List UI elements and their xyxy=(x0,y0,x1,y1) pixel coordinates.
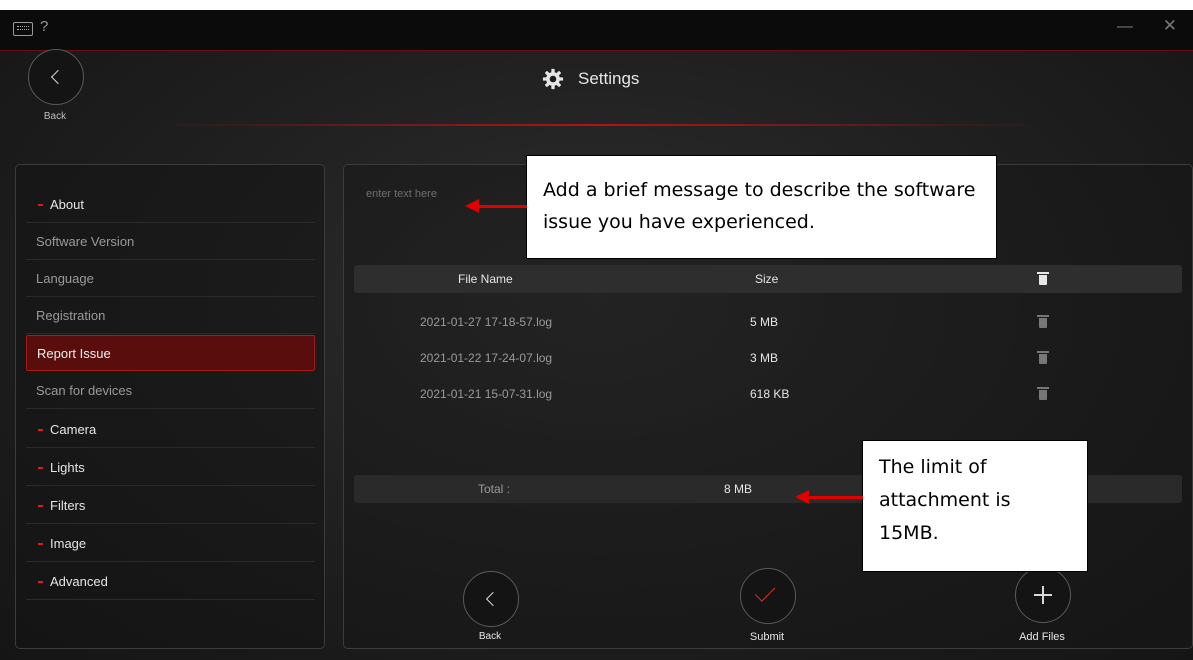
file-table-header: File Name Size xyxy=(354,265,1182,293)
sidebar-section-image[interactable]: Image xyxy=(26,526,315,562)
message-callout: Add a brief message to describe the soft… xyxy=(526,155,997,259)
sidebar-section-camera[interactable]: Camera xyxy=(26,412,315,448)
delete-all-trash-icon[interactable] xyxy=(1037,272,1049,285)
back-button[interactable] xyxy=(463,571,519,627)
gear-icon xyxy=(542,68,564,90)
header-back-button[interactable] xyxy=(28,49,84,105)
chevron-left-icon xyxy=(485,591,501,607)
message-input[interactable]: enter text here xyxy=(366,188,437,200)
sidebar-section-filters[interactable]: Filters xyxy=(26,488,315,524)
total-label: Total : xyxy=(478,482,511,496)
sidebar-item-language[interactable]: Language xyxy=(26,261,315,297)
sidebar-item-software-version[interactable]: Software Version xyxy=(26,224,315,260)
file-size: 5 MB xyxy=(750,315,779,329)
file-name: 2021-01-27 17-18-57.log xyxy=(420,315,553,329)
sidebar-item-report-issue[interactable]: Report Issue xyxy=(26,335,315,371)
table-row[interactable]: 2021-01-21 15-07-31.log 618 KB xyxy=(354,376,1182,412)
sidebar-section-lights[interactable]: Lights xyxy=(26,450,315,486)
delete-file-trash-icon[interactable] xyxy=(1037,387,1049,400)
page-title-text: Settings xyxy=(578,69,640,88)
callout-arrow-head xyxy=(465,199,479,213)
table-row[interactable]: 2021-01-22 17-24-07.log 3 MB xyxy=(354,340,1182,376)
callout-arrow-head xyxy=(795,490,809,504)
checkmark-icon xyxy=(754,581,776,602)
close-button[interactable]: ✕ xyxy=(1163,16,1177,36)
add-files-button-label: Add Files xyxy=(1019,631,1065,643)
callout-arrow xyxy=(477,205,527,208)
keyboard-icon[interactable] xyxy=(13,22,33,36)
file-name: 2021-01-21 15-07-31.log xyxy=(420,387,553,401)
sidebar-section-advanced[interactable]: Advanced xyxy=(26,564,315,600)
total-value: 8 MB xyxy=(724,482,753,496)
file-name: 2021-01-22 17-24-07.log xyxy=(420,351,553,365)
sidebar-section-about[interactable]: About xyxy=(26,187,315,223)
sidebar-item-scan-for-devices[interactable]: Scan for devices xyxy=(26,373,315,409)
file-size: 3 MB xyxy=(750,351,779,365)
file-size: 618 KB xyxy=(750,387,790,401)
delete-file-trash-icon[interactable] xyxy=(1037,351,1049,364)
back-button-label: Back xyxy=(478,631,502,642)
page-title: Settings xyxy=(542,68,639,90)
header-back-label: Back xyxy=(43,111,67,122)
title-bar: ? — ✕ xyxy=(0,10,1193,51)
minimize-button[interactable]: — xyxy=(1117,18,1133,36)
column-size: Size xyxy=(755,272,779,286)
submit-button[interactable] xyxy=(740,568,796,624)
settings-sidebar: About Software Version Language Registra… xyxy=(15,164,325,649)
table-row[interactable]: 2021-01-27 17-18-57.log 5 MB xyxy=(354,304,1182,340)
limit-callout: The limit of attachment is 15MB. xyxy=(862,440,1088,572)
sidebar-item-registration[interactable]: Registration xyxy=(26,298,315,334)
callout-arrow xyxy=(807,496,863,499)
add-files-button[interactable] xyxy=(1015,567,1071,623)
column-file-name: File Name xyxy=(458,272,513,286)
help-icon[interactable]: ? xyxy=(40,18,48,35)
delete-file-trash-icon[interactable] xyxy=(1037,315,1049,328)
submit-button-label: Submit xyxy=(749,631,785,643)
header-divider xyxy=(150,124,1050,126)
chevron-left-icon xyxy=(50,69,66,85)
